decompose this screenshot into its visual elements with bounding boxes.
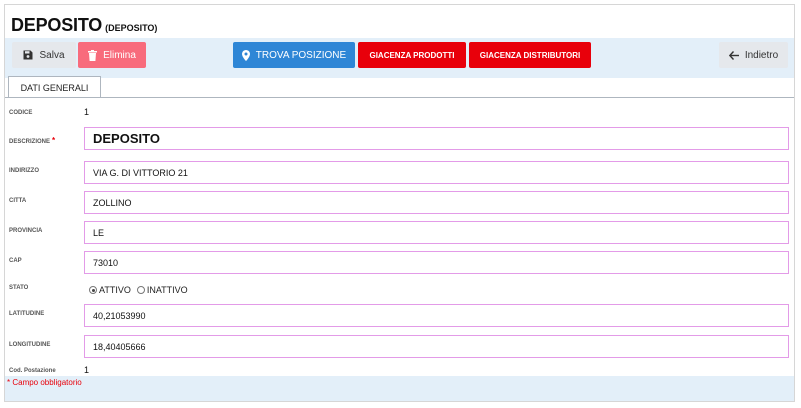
- indirizzo-field[interactable]: [84, 161, 789, 184]
- tab-dati-generali[interactable]: DATI GENERALI: [8, 76, 101, 98]
- floppy-disk-icon: [23, 50, 33, 60]
- provincia-label: PROVINCIA: [9, 228, 43, 234]
- delete-button[interactable]: Elimina: [78, 42, 146, 68]
- descrizione-field[interactable]: [84, 127, 789, 150]
- find-position-button[interactable]: TROVA POSIZIONE: [233, 42, 355, 68]
- citta-field[interactable]: [84, 191, 789, 214]
- stock-products-button[interactable]: GIACENZA PRODOTTI: [358, 42, 466, 68]
- toolbar: Salva Elimina TROVA POSIZIONE GIACENZA P…: [5, 38, 794, 78]
- descrizione-label: DESCRIZIONE *: [9, 136, 55, 145]
- latitudine-label: LATITUDINE: [9, 311, 45, 317]
- cap-label: CAP: [9, 258, 22, 264]
- back-button-label: Indietro: [744, 49, 779, 61]
- find-position-button-label: TROVA POSIZIONE: [255, 49, 347, 61]
- radio-attivo[interactable]: [89, 286, 97, 294]
- radio-inattivo-label: INATTIVO: [146, 285, 188, 295]
- arrow-left-icon: [728, 50, 739, 60]
- page-title-text: DEPOSITO: [11, 15, 103, 35]
- form-window: DEPOSITO (DEPOSITO) Salva Elimina TROVA P…: [4, 4, 795, 402]
- save-button-label: Salva: [39, 49, 65, 61]
- page-title: DEPOSITO (DEPOSITO): [11, 15, 157, 39]
- provincia-field[interactable]: [84, 221, 789, 244]
- back-button[interactable]: Indietro: [719, 42, 788, 68]
- form-panel: CODICE 1 DESCRIZIONE* INDIRIZZO CITTA PR…: [5, 97, 794, 376]
- stato-radio-group: ATTIVO INATTIVO: [89, 285, 194, 295]
- descrizione-label-text: DESCRIZIONE: [9, 139, 51, 145]
- longitudine-label: LONGITUDINE: [9, 342, 51, 348]
- required-field-note: * Campo obbligatorio: [7, 378, 82, 387]
- citta-label: CITTA: [9, 198, 27, 204]
- page-subtitle: (DEPOSITO): [105, 23, 158, 33]
- latitudine-field[interactable]: [84, 304, 789, 327]
- cod-postazione-label: Cod. Postazione: [9, 368, 56, 374]
- codice-value: 1: [84, 107, 90, 117]
- stock-distributors-button[interactable]: GIACENZA DISTRIBUTORI: [469, 42, 591, 68]
- radio-inattivo[interactable]: [136, 286, 145, 294]
- indirizzo-label: INDIRIZZO: [9, 168, 39, 174]
- form-footer: * Campo obbligatorio: [5, 376, 794, 401]
- map-marker-icon: [241, 49, 250, 61]
- cod-postazione-value: 1: [84, 365, 90, 375]
- longitudine-field[interactable]: [84, 335, 789, 358]
- stock-distributors-button-label: GIACENZA DISTRIBUTORI: [479, 50, 581, 60]
- required-mark: *: [52, 136, 56, 145]
- trash-icon: [88, 49, 98, 61]
- codice-label: CODICE: [9, 110, 33, 116]
- stock-products-button-label: GIACENZA PRODOTTI: [369, 50, 455, 60]
- save-button[interactable]: Salva: [12, 42, 76, 68]
- radio-attivo-label: ATTIVO: [99, 285, 131, 295]
- stato-label: STATO: [9, 285, 29, 291]
- cap-field[interactable]: [84, 251, 789, 274]
- delete-button-label: Elimina: [103, 49, 136, 61]
